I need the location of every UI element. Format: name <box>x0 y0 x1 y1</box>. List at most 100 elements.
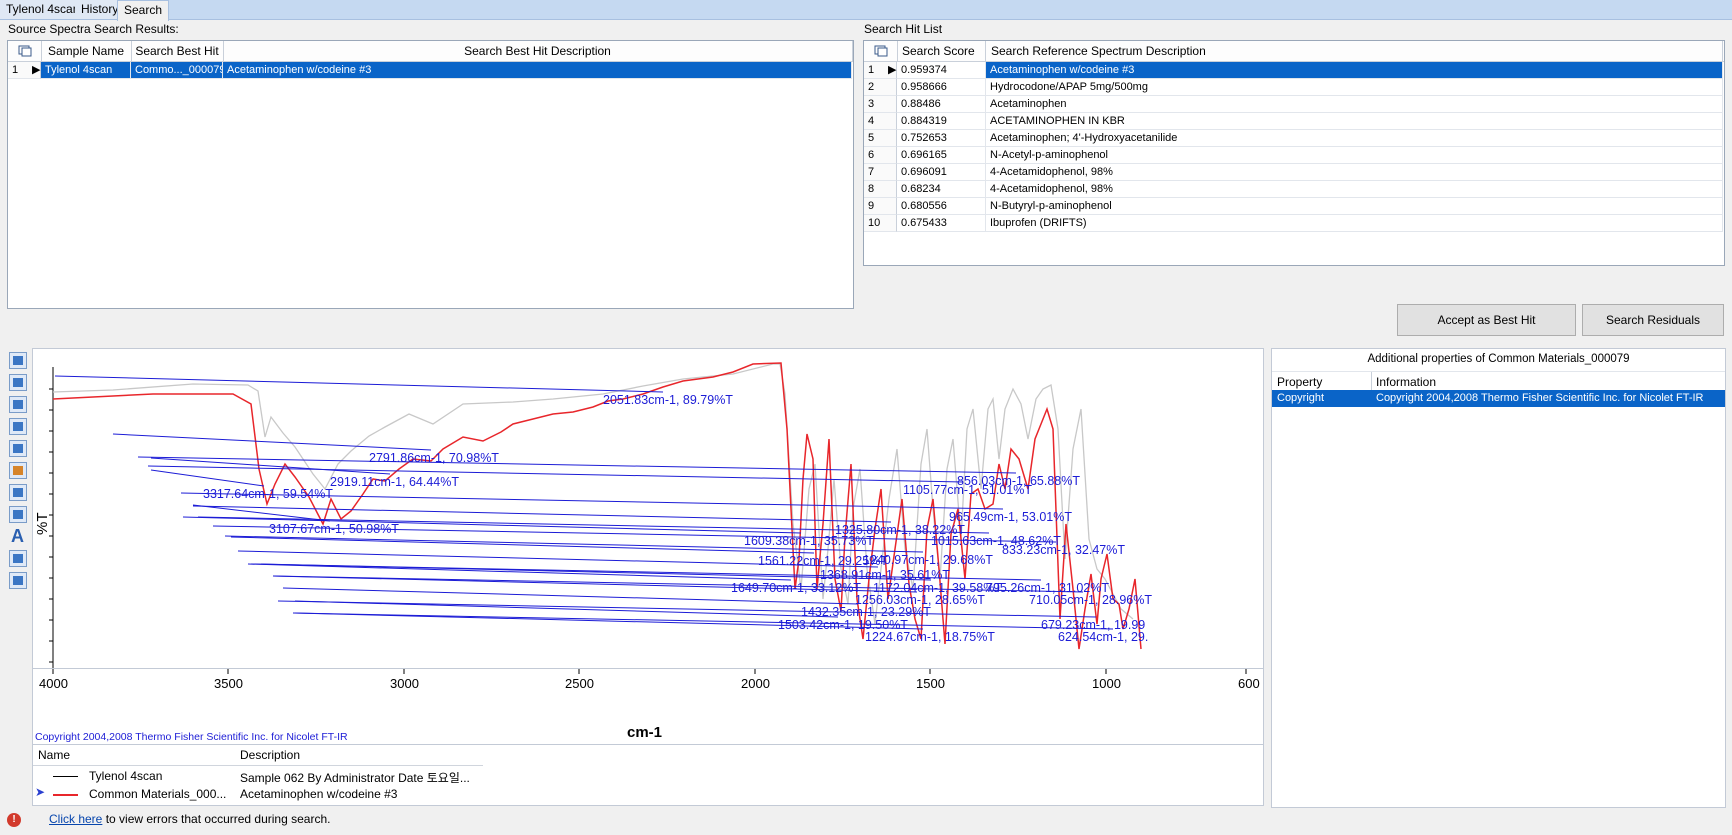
search-residuals-button[interactable]: Search Residuals <box>1582 304 1724 336</box>
color-palette-icon[interactable] <box>9 462 27 479</box>
cell-reference-desc[interactable]: Ibuprofen (DRIFTS) <box>986 215 1723 232</box>
peak-label[interactable]: 1240.97cm-1, 29.68%T <box>863 553 993 567</box>
legend-name-sample[interactable]: Tylenol 4scan <box>89 769 162 783</box>
status-text: to view errors that occurred during sear… <box>102 812 331 826</box>
spectrum-chart[interactable]: %T 2051.83cm-1, 89.79%T2791.86cm-1, 70.9… <box>33 349 1263 669</box>
cell-best-hit-desc[interactable]: Acetaminophen w/codeine #3 <box>223 62 852 79</box>
peak-marker-line <box>150 457 391 475</box>
col-information[interactable]: Information <box>1376 375 1436 389</box>
table-row[interactable]: 6 0.696165 N-Acetyl-p-aminophenol <box>864 147 1724 164</box>
tab-tylenol-4scan[interactable]: Tylenol 4scan <box>0 0 87 19</box>
table-row[interactable]: 5 0.752653 Acetaminophen; 4'-Hydroxyacetan… <box>864 130 1724 147</box>
cell-search-score[interactable]: 0.696165 <box>897 147 986 164</box>
col-property[interactable]: Property <box>1277 375 1322 389</box>
row-number: 7 <box>864 164 897 181</box>
peak-marker-line <box>112 433 432 451</box>
grid-icon[interactable] <box>9 550 27 567</box>
table-row[interactable]: 1 ▶ Tylenol 4scan Commo..._000079 Acetami… <box>8 62 853 79</box>
table-row[interactable]: 10 0.675433 Ibuprofen (DRIFTS) <box>864 215 1724 232</box>
peak-marker-line <box>147 465 964 483</box>
cell-reference-desc[interactable]: ACETAMINOPHEN IN KBR <box>986 113 1723 130</box>
fit-height-icon[interactable] <box>9 572 27 589</box>
grid-header: Search Score Search Reference Spectrum D… <box>864 41 1724 62</box>
properties-panel: Additional properties of Common Material… <box>1271 348 1726 808</box>
cell-reference-desc[interactable]: Acetaminophen; 4'-Hydroxyacetanilide <box>986 130 1723 147</box>
col-search-score[interactable]: Search Score <box>897 41 986 61</box>
cell-best-hit[interactable]: Commo..._000079 <box>131 62 223 79</box>
cell-search-score[interactable]: 0.88486 <box>897 96 986 113</box>
peak-label[interactable]: 1224.67cm-1, 18.75%T <box>865 630 995 644</box>
peak-label[interactable]: 624.54cm-1, 29. <box>1058 630 1148 644</box>
table-row[interactable]: 1 ▶ 0.959374 Acetaminophen w/codeine #3 <box>864 62 1724 79</box>
col-search-best-hit[interactable]: Search Best Hit <box>131 41 224 61</box>
peak-label[interactable]: 2051.83cm-1, 89.79%T <box>603 393 733 407</box>
label-text-icon[interactable] <box>9 484 27 501</box>
peak-label[interactable]: 965.49cm-1, 53.01%T <box>949 510 1072 524</box>
zoom-full-icon[interactable] <box>9 352 27 369</box>
table-row[interactable]: 2 0.958666 Hydrocodone/APAP 5mg/500mg <box>864 79 1724 96</box>
row-number: 4 <box>864 113 897 130</box>
x-tick-label: 600 <box>1238 676 1260 691</box>
cell-sample-name[interactable]: Tylenol 4scan <box>41 62 131 79</box>
cell-search-score[interactable]: 0.675433 <box>897 215 986 232</box>
table-row[interactable]: 8 0.68234 4-Acetamidophenol, 98% <box>864 181 1724 198</box>
peak-label[interactable]: 710.05cm-1, 28.96%T <box>1029 593 1152 607</box>
table-row[interactable]: 9 0.680556 N-Butyryl-p-aminophenol <box>864 198 1724 215</box>
y-axis-label: %T <box>34 513 51 536</box>
cell-reference-desc[interactable]: N-Butyryl-p-aminophenol <box>986 198 1723 215</box>
cell-search-score[interactable]: 0.958666 <box>897 79 986 96</box>
select-all-icon[interactable] <box>8 41 42 61</box>
accept-best-hit-button[interactable]: Accept as Best Hit <box>1397 304 1576 336</box>
cell-search-score[interactable]: 0.884319 <box>897 113 986 130</box>
cell-search-score[interactable]: 0.680556 <box>897 198 986 215</box>
peak-label[interactable]: 833.23cm-1, 32.47%T <box>1002 543 1125 557</box>
col-sample-name[interactable]: Sample Name <box>41 41 132 61</box>
row-number: 1 ▶ <box>8 62 41 79</box>
annotate-text-icon[interactable]: A <box>11 526 24 547</box>
legend-col-desc: Description <box>240 748 301 762</box>
tab-search[interactable]: Search <box>117 0 170 21</box>
peak-label[interactable]: 856.03cm-1, 65.88%T <box>957 474 1080 488</box>
expand-icon[interactable] <box>9 440 27 457</box>
table-row[interactable]: 4 0.884319 ACETAMINOPHEN IN KBR <box>864 113 1724 130</box>
col-reference-description[interactable]: Search Reference Spectrum Description <box>986 41 1723 61</box>
cell-reference-desc[interactable]: Acetaminophen w/codeine #3 <box>986 62 1723 79</box>
cell-search-score[interactable]: 0.696091 <box>897 164 986 181</box>
peak-label[interactable]: 2919.11cm-1, 64.44%T <box>330 475 459 489</box>
row-number: 2 <box>864 79 897 96</box>
cell-reference-desc[interactable]: 4-Acetamidophenol, 98% <box>986 181 1723 198</box>
tab-bar: Tylenol 4scan History Search <box>0 0 1732 21</box>
select-all-icon[interactable] <box>864 41 898 61</box>
x-tick-label: 4000 <box>39 676 68 691</box>
click-here-link[interactable]: Click here <box>49 812 102 826</box>
cell-reference-desc[interactable]: Hydrocodone/APAP 5mg/500mg <box>986 79 1723 96</box>
legend-name-reference[interactable]: Common Materials_000... <box>89 787 226 801</box>
peak-label-icon[interactable] <box>9 506 27 523</box>
x-tick-label: 1500 <box>916 676 945 691</box>
table-row[interactable]: 7 0.696091 4-Acetamidophenol, 98% <box>864 164 1724 181</box>
row-number: 6 <box>864 147 897 164</box>
peak-marker-line <box>230 536 815 554</box>
cursor-icon[interactable] <box>9 418 27 435</box>
row-number: 1 ▶ <box>864 62 897 79</box>
legend-swatch-red <box>53 794 78 796</box>
offset-spectra-icon[interactable] <box>9 396 27 413</box>
peak-marker-line <box>54 375 664 393</box>
cell-search-score[interactable]: 0.68234 <box>897 181 986 198</box>
stack-spectra-icon[interactable] <box>9 374 27 391</box>
grid-header: Sample Name Search Best Hit Search Best … <box>8 41 853 62</box>
x-tick-label: 3500 <box>214 676 243 691</box>
table-row[interactable]: 3 0.88486 Acetaminophen <box>864 96 1724 113</box>
cell-search-score[interactable]: 0.959374 <box>897 62 986 79</box>
cell-reference-desc[interactable]: 4-Acetamidophenol, 98% <box>986 164 1723 181</box>
hit-list-label: Search Hit List <box>864 22 943 36</box>
cell-reference-desc[interactable]: Acetaminophen <box>986 96 1723 113</box>
col-best-hit-description[interactable]: Search Best Hit Description <box>223 41 853 61</box>
spectrum-plot-area[interactable]: %T 2051.83cm-1, 89.79%T 2791.86cm-1, 70.9… <box>32 348 1264 670</box>
x-tick-label: 3000 <box>390 676 419 691</box>
properties-title: Additional properties of Common Material… <box>1367 353 1630 365</box>
cell-search-score[interactable]: 0.752653 <box>897 130 986 147</box>
cell-reference-desc[interactable]: N-Acetyl-p-aminophenol <box>986 147 1723 164</box>
x-tick-label: 2000 <box>741 676 770 691</box>
table-row[interactable]: Copyright Copyright 2004,2008 Thermo Fis… <box>1272 390 1725 407</box>
